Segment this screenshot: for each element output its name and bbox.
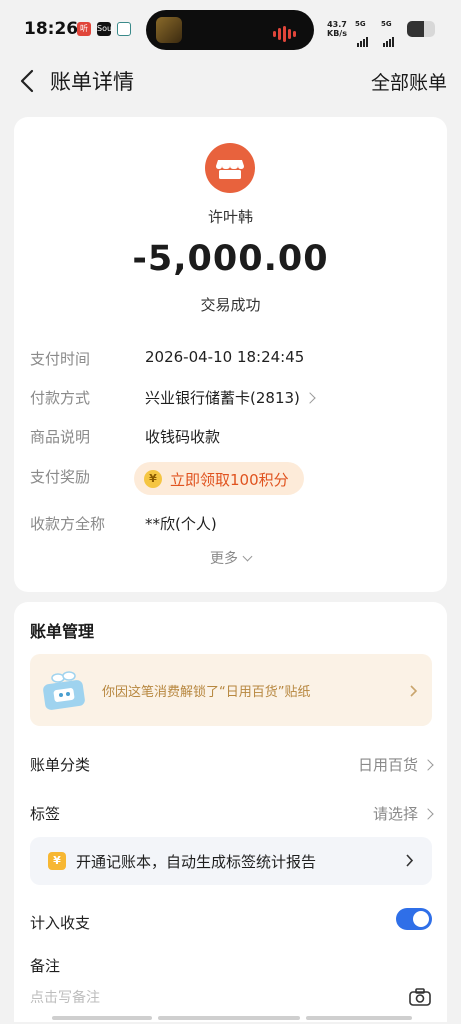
ledger-promo-banner[interactable]: ¥ 开通记账本，自动生成标签统计报告 [30,837,432,885]
tag-value[interactable]: 请选择 [372,803,434,824]
category-value-text: 日用百货 [357,756,418,774]
gift-box-icon [43,671,85,710]
detail-value: 兴业银行储蓄卡(2813) [145,389,300,407]
category-value[interactable]: 日用百货 [357,754,434,775]
detail-label: 支付奖励 [30,468,91,486]
transaction-amount: -5,000.00 [132,239,329,279]
notification-app-icon: 听 [77,22,91,36]
transaction-status: 交易成功 [200,296,261,314]
reward-label: 立即领取100积分 [170,471,289,489]
audio-wave-icon [273,23,298,42]
signal-icon [383,28,395,47]
camera-icon[interactable] [409,988,431,1006]
detail-label: 支付时间 [30,350,91,368]
net-speed-value: 43.7 [327,20,347,29]
sticker-unlock-text: 你因这笔消费解锁了“日用百货”贴纸 [102,685,311,700]
more-toggle[interactable]: 更多 [14,548,447,568]
notification-app-icon: Soul [97,22,114,36]
tag-label: 标签 [30,805,61,823]
bill-management-card: 账单管理 你因这笔消费解锁了“日用百货”贴纸 账单分类 日用百货 标签 请选择 … [14,602,447,1022]
chevron-right-icon [304,391,316,404]
detail-value: 收钱码收款 [145,428,221,446]
nav-gesture-bar [52,1016,412,1020]
media-thumbnail [156,17,182,43]
status-bar: 18:26 听 Soul 43.7 KB/s 5G 5G [0,0,461,60]
store-icon [205,143,255,193]
transaction-card: 许叶韩 -5,000.00 交易成功 支付时间 2026-04-10 18:24… [14,117,447,592]
sticker-unlock-banner[interactable]: 你因这笔消费解锁了“日用百货”贴纸 [30,654,432,726]
sim1-label: 5G [355,20,366,28]
back-arrow-icon[interactable] [16,68,42,94]
ledger-promo-text: 开通记账本，自动生成标签统计报告 [76,853,317,871]
net-speed: 43.7 KB/s [327,20,347,38]
note-label: 备注 [30,957,61,975]
detail-label: 收款方全称 [30,515,106,533]
more-label: 更多 [210,551,238,567]
status-time: 18:26 [24,19,79,39]
all-bills-link[interactable]: 全部账单 [371,68,447,95]
detail-value: **欣(个人) [145,515,217,533]
detail-label: 付款方式 [30,389,91,407]
coin-icon: ¥ [144,470,162,488]
category-label: 账单分类 [30,756,91,774]
chevron-right-icon [406,854,414,867]
chevron-right-icon [422,807,434,820]
ledger-icon: ¥ [48,852,66,870]
sim2-label: 5G [381,20,392,28]
detail-label: 商品说明 [30,428,91,446]
chevron-down-icon [242,551,253,562]
note-input[interactable]: 点击写备注 [30,987,100,1007]
count-toggle-switch[interactable] [396,908,432,930]
count-label: 计入收支 [30,914,91,932]
section-title: 账单管理 [30,622,95,641]
claim-points-button[interactable]: ¥ 立即领取100积分 [134,462,304,495]
notification-app-icon [117,22,131,36]
battery-icon [407,21,435,37]
dynamic-island[interactable] [146,10,314,50]
detail-value: 2026-04-10 18:24:45 [145,348,305,366]
tag-placeholder: 请选择 [372,805,418,823]
net-speed-unit: KB/s [327,29,347,38]
merchant-name: 许叶韩 [207,208,253,226]
nav-header: 账单详情 全部账单 [0,60,461,104]
chevron-right-icon [422,758,434,771]
signal-icon [357,28,369,47]
page-title: 账单详情 [50,70,134,94]
chevron-right-icon [410,685,418,697]
toggle-knob [413,911,429,927]
payment-method-link[interactable]: 兴业银行储蓄卡(2813) [145,387,316,408]
